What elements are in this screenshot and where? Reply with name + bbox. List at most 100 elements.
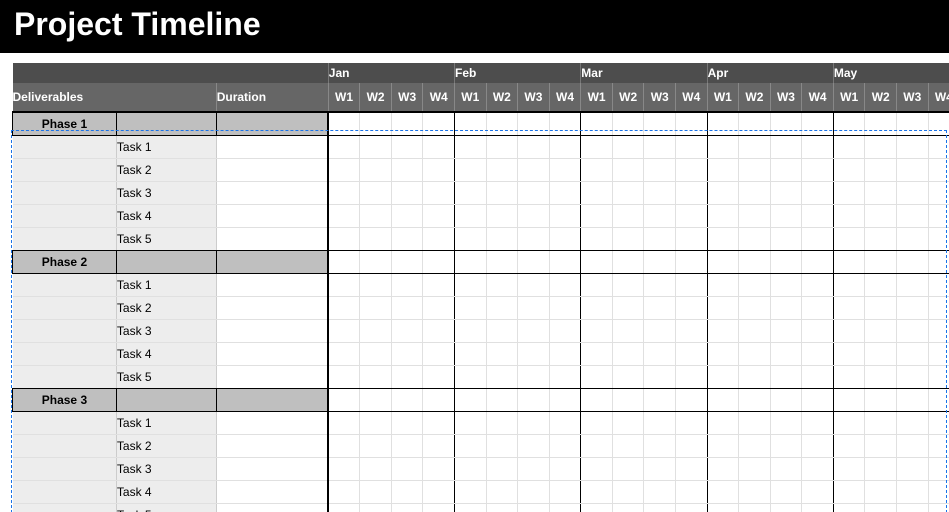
timeline-cell[interactable] xyxy=(675,458,707,481)
timeline-cell[interactable] xyxy=(391,112,423,136)
task-label[interactable]: Task 5 xyxy=(116,504,216,512)
timeline-cell[interactable] xyxy=(675,182,707,205)
timeline-cell[interactable] xyxy=(549,504,581,512)
phase-duration[interactable] xyxy=(216,112,328,136)
timeline-cell[interactable] xyxy=(675,228,707,251)
timeline-cell[interactable] xyxy=(423,205,455,228)
timeline-cell[interactable] xyxy=(612,412,644,435)
timeline-cell[interactable] xyxy=(928,481,949,504)
timeline-cell[interactable] xyxy=(455,458,487,481)
task-row[interactable]: Task 5 xyxy=(13,504,949,512)
timeline-table[interactable]: Jan Feb Mar Apr May J Deliverables Durat… xyxy=(12,63,949,512)
timeline-cell[interactable] xyxy=(833,112,865,136)
timeline-cell[interactable] xyxy=(612,366,644,389)
timeline-cell[interactable] xyxy=(928,458,949,481)
timeline-cell[interactable] xyxy=(486,504,518,512)
timeline-cell[interactable] xyxy=(360,504,392,512)
timeline-cell[interactable] xyxy=(833,504,865,512)
timeline-cell[interactable] xyxy=(486,297,518,320)
timeline-cell[interactable] xyxy=(581,159,613,182)
timeline-cell[interactable] xyxy=(455,481,487,504)
timeline-cell[interactable] xyxy=(612,112,644,136)
timeline-cell[interactable] xyxy=(581,481,613,504)
timeline-cell[interactable] xyxy=(328,112,360,136)
timeline-cell[interactable] xyxy=(897,458,929,481)
week-header[interactable]: W4 xyxy=(802,83,834,112)
timeline-cell[interactable] xyxy=(486,136,518,159)
timeline-cell[interactable] xyxy=(549,112,581,136)
timeline-cell[interactable] xyxy=(612,182,644,205)
timeline-cell[interactable] xyxy=(928,412,949,435)
timeline-cell[interactable] xyxy=(833,297,865,320)
timeline-cell[interactable] xyxy=(423,366,455,389)
timeline-cell[interactable] xyxy=(518,136,550,159)
timeline-cell[interactable] xyxy=(581,205,613,228)
timeline-cell[interactable] xyxy=(739,159,771,182)
timeline-cell[interactable] xyxy=(549,251,581,274)
timeline-cell[interactable] xyxy=(897,481,929,504)
timeline-cell[interactable] xyxy=(802,343,834,366)
timeline-cell[interactable] xyxy=(518,504,550,512)
timeline-cell[interactable] xyxy=(770,320,802,343)
timeline-cell[interactable] xyxy=(802,458,834,481)
timeline-cell[interactable] xyxy=(423,251,455,274)
timeline-cell[interactable] xyxy=(770,228,802,251)
timeline-cell[interactable] xyxy=(455,251,487,274)
phase-blank[interactable] xyxy=(116,112,216,136)
task-duration[interactable] xyxy=(216,343,328,366)
timeline-cell[interactable] xyxy=(865,251,897,274)
timeline-cell[interactable] xyxy=(739,389,771,412)
task-label[interactable]: Task 2 xyxy=(116,159,216,182)
timeline-cell[interactable] xyxy=(549,435,581,458)
timeline-cell[interactable] xyxy=(612,389,644,412)
timeline-cell[interactable] xyxy=(770,389,802,412)
timeline-cell[interactable] xyxy=(833,458,865,481)
timeline-cell[interactable] xyxy=(865,205,897,228)
timeline-cell[interactable] xyxy=(518,297,550,320)
timeline-cell[interactable] xyxy=(328,274,360,297)
timeline-cell[interactable] xyxy=(581,297,613,320)
timeline-cell[interactable] xyxy=(360,112,392,136)
timeline-cell[interactable] xyxy=(518,389,550,412)
timeline-cell[interactable] xyxy=(391,297,423,320)
timeline-cell[interactable] xyxy=(707,205,739,228)
timeline-cell[interactable] xyxy=(391,274,423,297)
timeline-cell[interactable] xyxy=(833,389,865,412)
task-label[interactable]: Task 3 xyxy=(116,320,216,343)
timeline-cell[interactable] xyxy=(897,136,929,159)
timeline-cell[interactable] xyxy=(739,297,771,320)
timeline-cell[interactable] xyxy=(675,251,707,274)
task-row[interactable]: Task 3 xyxy=(13,320,949,343)
timeline-cell[interactable] xyxy=(833,136,865,159)
timeline-cell[interactable] xyxy=(707,228,739,251)
timeline-cell[interactable] xyxy=(707,251,739,274)
week-header[interactable]: W4 xyxy=(423,83,455,112)
timeline-cell[interactable] xyxy=(644,481,676,504)
timeline-cell[interactable] xyxy=(833,481,865,504)
timeline-cell[interactable] xyxy=(928,320,949,343)
timeline-cell[interactable] xyxy=(581,458,613,481)
timeline-cell[interactable] xyxy=(644,205,676,228)
timeline-cell[interactable] xyxy=(423,343,455,366)
timeline-cell[interactable] xyxy=(928,504,949,512)
timeline-cell[interactable] xyxy=(518,228,550,251)
timeline-cell[interactable] xyxy=(739,458,771,481)
timeline-cell[interactable] xyxy=(865,412,897,435)
timeline-cell[interactable] xyxy=(391,343,423,366)
timeline-cell[interactable] xyxy=(897,228,929,251)
timeline-cell[interactable] xyxy=(897,251,929,274)
timeline-cell[interactable] xyxy=(739,412,771,435)
timeline-cell[interactable] xyxy=(707,297,739,320)
timeline-cell[interactable] xyxy=(739,228,771,251)
timeline-cell[interactable] xyxy=(549,159,581,182)
timeline-cell[interactable] xyxy=(360,251,392,274)
week-header[interactable]: W3 xyxy=(644,83,676,112)
timeline-cell[interactable] xyxy=(802,228,834,251)
timeline-cell[interactable] xyxy=(328,481,360,504)
week-header[interactable]: W2 xyxy=(486,83,518,112)
timeline-cell[interactable] xyxy=(328,320,360,343)
task-duration[interactable] xyxy=(216,504,328,512)
duration-header[interactable]: Duration xyxy=(216,83,328,112)
timeline-cell[interactable] xyxy=(549,182,581,205)
timeline-cell[interactable] xyxy=(865,366,897,389)
